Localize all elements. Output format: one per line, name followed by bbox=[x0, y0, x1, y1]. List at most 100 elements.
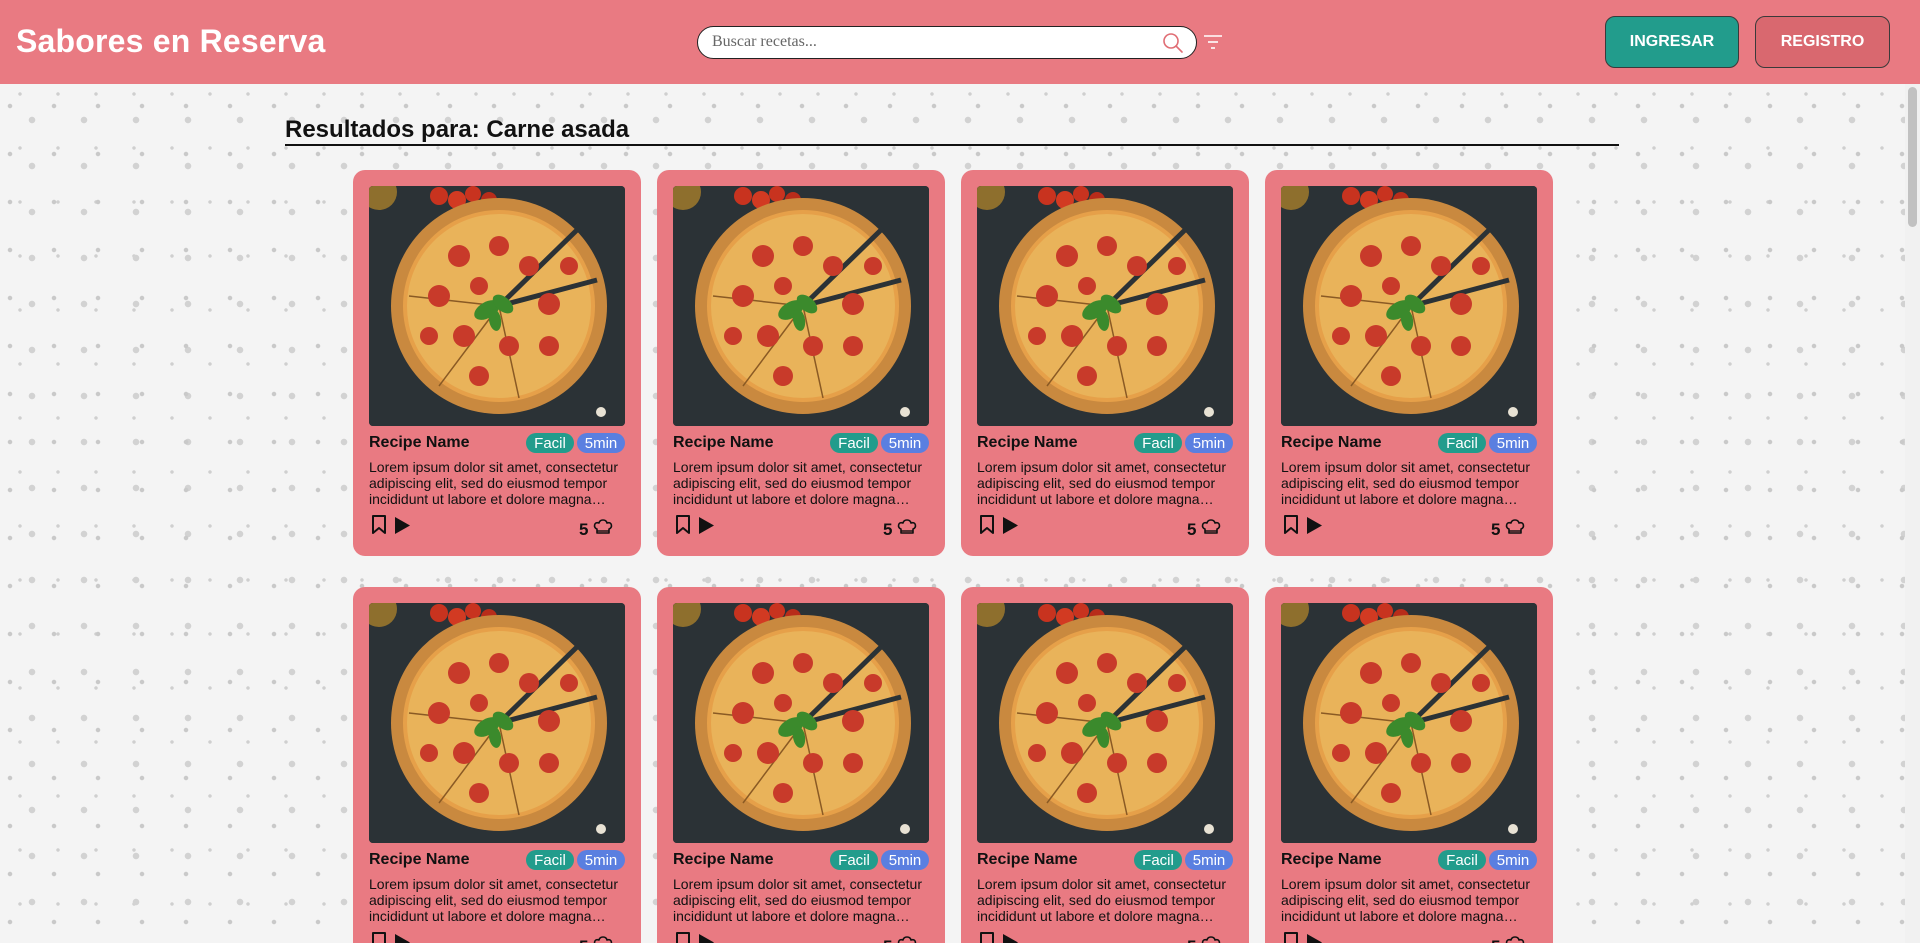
difficulty-badge: Facil bbox=[526, 433, 574, 453]
recipe-description: Lorem ipsum dolor sit amet, consectetur … bbox=[369, 876, 618, 924]
play-icon[interactable] bbox=[393, 516, 411, 535]
recipe-name[interactable]: Recipe Name bbox=[977, 434, 1078, 452]
brand-logo[interactable]: Sabores en Reserva bbox=[16, 23, 326, 60]
rating-value: 5 bbox=[883, 937, 892, 943]
pizza-image bbox=[977, 186, 1233, 426]
recipe-image[interactable] bbox=[1281, 603, 1537, 843]
recipe-description: Lorem ipsum dolor sit amet, consectetur … bbox=[1281, 876, 1530, 924]
pizza-image bbox=[369, 186, 625, 426]
bookmark-icon[interactable] bbox=[371, 932, 387, 943]
recipe-name[interactable]: Recipe Name bbox=[1281, 851, 1382, 869]
recipe-description: Lorem ipsum dolor sit amet, consectetur … bbox=[977, 459, 1226, 507]
chef-hat-icon bbox=[1201, 519, 1221, 534]
play-icon[interactable] bbox=[393, 933, 411, 943]
play-icon[interactable] bbox=[1305, 516, 1323, 535]
recipe-image[interactable] bbox=[977, 603, 1233, 843]
rating-value: 5 bbox=[1187, 937, 1196, 943]
recipe-image[interactable] bbox=[977, 186, 1233, 426]
recipe-image[interactable] bbox=[369, 603, 625, 843]
time-badge: 5min bbox=[1185, 433, 1233, 453]
recipe-card[interactable]: Recipe Name Facil 5min Lorem ipsum dolor… bbox=[961, 587, 1249, 943]
recipe-description: Lorem ipsum dolor sit amet, consectetur … bbox=[977, 876, 1226, 924]
time-badge: 5min bbox=[577, 850, 625, 870]
difficulty-badge: Facil bbox=[1438, 433, 1486, 453]
recipe-card[interactable]: Recipe Name Facil 5min Lorem ipsum dolor… bbox=[1265, 587, 1553, 943]
play-icon[interactable] bbox=[697, 516, 715, 535]
rating-value: 5 bbox=[579, 937, 588, 943]
difficulty-badge: Facil bbox=[1438, 850, 1486, 870]
recipe-card[interactable]: Recipe Name Facil 5min Lorem ipsum dolor… bbox=[1265, 170, 1553, 556]
recipe-description: Lorem ipsum dolor sit amet, consectetur … bbox=[673, 876, 922, 924]
filter-icon[interactable] bbox=[1202, 32, 1224, 52]
search-input[interactable] bbox=[712, 27, 1142, 57]
recipe-description: Lorem ipsum dolor sit amet, consectetur … bbox=[1281, 459, 1530, 507]
recipe-name[interactable]: Recipe Name bbox=[977, 851, 1078, 869]
time-badge: 5min bbox=[577, 433, 625, 453]
bookmark-icon[interactable] bbox=[979, 932, 995, 943]
rating-value: 5 bbox=[1491, 520, 1501, 539]
pizza-image bbox=[673, 603, 929, 843]
results-divider bbox=[285, 144, 1619, 146]
recipe-image[interactable] bbox=[673, 603, 929, 843]
bookmark-icon[interactable] bbox=[371, 515, 387, 535]
top-header: Sabores en Reserva INGRESAR REGISTRO bbox=[0, 0, 1920, 84]
difficulty-badge: Facil bbox=[1134, 850, 1182, 870]
difficulty-badge: Facil bbox=[830, 850, 878, 870]
pizza-image bbox=[673, 186, 929, 426]
chef-hat-icon bbox=[897, 519, 917, 534]
recipe-name[interactable]: Recipe Name bbox=[1281, 434, 1382, 452]
time-badge: 5min bbox=[881, 850, 929, 870]
recipe-image[interactable] bbox=[1281, 186, 1537, 426]
time-badge: 5min bbox=[1185, 850, 1233, 870]
pizza-image bbox=[369, 603, 625, 843]
recipe-name[interactable]: Recipe Name bbox=[369, 434, 470, 452]
rating-value: 5 bbox=[1187, 520, 1197, 539]
time-badge: 5min bbox=[1489, 433, 1537, 453]
bookmark-icon[interactable] bbox=[675, 932, 691, 943]
chef-hat-icon bbox=[1201, 936, 1221, 943]
results-title: Resultados para: Carne asada bbox=[285, 116, 630, 143]
search-box bbox=[697, 26, 1197, 59]
chef-hat-icon bbox=[1505, 936, 1525, 943]
pizza-image bbox=[977, 603, 1233, 843]
login-button[interactable]: INGRESAR bbox=[1605, 16, 1739, 68]
time-badge: 5min bbox=[881, 433, 929, 453]
recipe-card[interactable]: Recipe Name Facil 5min Lorem ipsum dolor… bbox=[961, 170, 1249, 556]
recipe-card[interactable]: Recipe Name Facil 5min Lorem ipsum dolor… bbox=[353, 170, 641, 556]
time-badge: 5min bbox=[1489, 850, 1537, 870]
pizza-image bbox=[1281, 186, 1537, 426]
chef-hat-icon bbox=[593, 936, 613, 943]
difficulty-badge: Facil bbox=[830, 433, 878, 453]
difficulty-badge: Facil bbox=[1134, 433, 1182, 453]
play-icon[interactable] bbox=[1305, 933, 1323, 943]
chef-hat-icon bbox=[593, 519, 613, 534]
rating-value: 5 bbox=[883, 520, 893, 539]
bookmark-icon[interactable] bbox=[979, 515, 995, 535]
recipe-card[interactable]: Recipe Name Facil 5min Lorem ipsum dolor… bbox=[657, 170, 945, 556]
recipe-name[interactable]: Recipe Name bbox=[673, 851, 774, 869]
play-icon[interactable] bbox=[697, 933, 715, 943]
recipe-image[interactable] bbox=[369, 186, 625, 426]
register-button[interactable]: REGISTRO bbox=[1755, 16, 1890, 68]
recipe-card[interactable]: Recipe Name Facil 5min Lorem ipsum dolor… bbox=[657, 587, 945, 943]
pizza-image bbox=[1281, 603, 1537, 843]
rating-value: 5 bbox=[1491, 937, 1500, 943]
bookmark-icon[interactable] bbox=[1283, 932, 1299, 943]
page-scrollbar[interactable] bbox=[1905, 84, 1920, 943]
play-icon[interactable] bbox=[1001, 933, 1019, 943]
recipe-description: Lorem ipsum dolor sit amet, consectetur … bbox=[673, 459, 922, 507]
scrollbar-thumb[interactable] bbox=[1908, 87, 1917, 227]
rating-value: 5 bbox=[579, 520, 589, 539]
bookmark-icon[interactable] bbox=[675, 515, 691, 535]
search-icon[interactable] bbox=[1162, 32, 1184, 54]
recipe-image[interactable] bbox=[673, 186, 929, 426]
play-icon[interactable] bbox=[1001, 516, 1019, 535]
chef-hat-icon bbox=[897, 936, 917, 943]
difficulty-badge: Facil bbox=[526, 850, 574, 870]
recipe-name[interactable]: Recipe Name bbox=[369, 851, 470, 869]
recipe-description: Lorem ipsum dolor sit amet, consectetur … bbox=[369, 459, 618, 507]
recipe-card[interactable]: Recipe Name Facil 5min Lorem ipsum dolor… bbox=[353, 587, 641, 943]
chef-hat-icon bbox=[1505, 519, 1525, 534]
bookmark-icon[interactable] bbox=[1283, 515, 1299, 535]
recipe-name[interactable]: Recipe Name bbox=[673, 434, 774, 452]
